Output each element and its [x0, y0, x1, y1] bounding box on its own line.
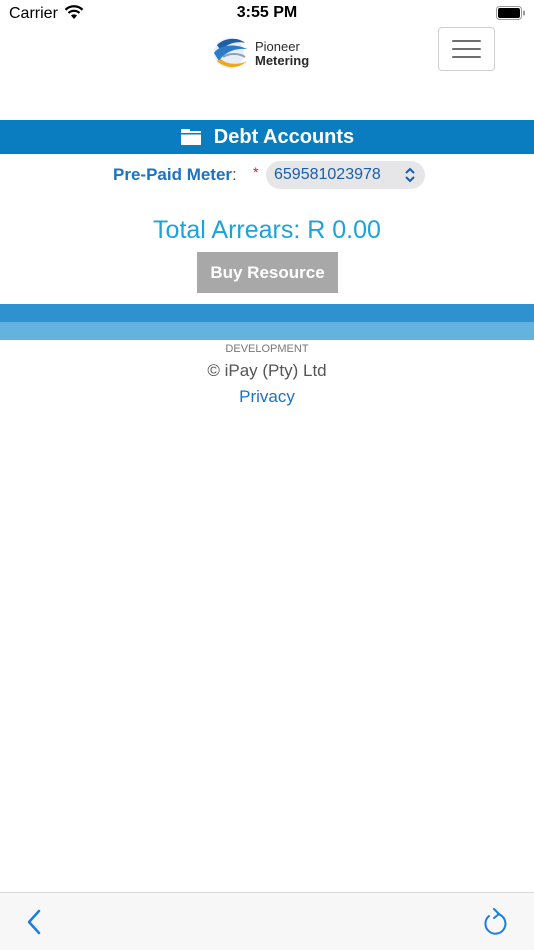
- total-arrears: Total Arrears: R 0.00: [153, 216, 381, 244]
- battery-icon: [496, 6, 525, 20]
- hamburger-icon-line: [452, 56, 481, 58]
- globe-logo-icon: [214, 38, 247, 68]
- environment-label: DEVELOPMENT: [225, 343, 309, 355]
- folder-icon: [180, 129, 201, 145]
- page-title-bar: Debt Accounts: [0, 120, 534, 154]
- logo-text-metering: Metering: [255, 53, 310, 68]
- meter-select[interactable]: 659581023978: [266, 161, 425, 189]
- meter-label-colon: :: [232, 165, 237, 184]
- clock: 3:55 PM: [236, 4, 298, 21]
- buy-resource-button[interactable]: Buy Resource: [197, 252, 338, 293]
- pioneer-metering-logo[interactable]: Pioneer Metering: [209, 31, 319, 75]
- meter-row: Pre-Paid Meter: * 659581023978: [0, 160, 534, 190]
- meter-label-text: Pre-Paid Meter: [113, 165, 233, 184]
- browser-toolbar: [0, 892, 534, 950]
- privacy-link[interactable]: Privacy: [0, 387, 534, 407]
- copyright-text: © iPay (Pty) Ltd: [207, 361, 327, 380]
- footer-stripe-dark: [0, 304, 534, 322]
- status-bar: Carrier 3:55 PM: [0, 0, 534, 28]
- footer-stripe-light: [0, 322, 534, 340]
- meter-select-value: 659581023978: [274, 166, 381, 183]
- back-arrow-icon[interactable]: [22, 907, 46, 937]
- logo-text-pioneer: Pioneer: [255, 39, 300, 54]
- hamburger-icon-line: [452, 40, 481, 42]
- reload-icon[interactable]: [480, 907, 508, 937]
- page-title: Debt Accounts: [213, 125, 355, 148]
- menu-button[interactable]: [438, 27, 495, 71]
- meter-label: Pre-Paid Meter:: [113, 165, 237, 185]
- hamburger-icon-line: [452, 48, 481, 50]
- up-down-chevron-icon: [405, 167, 415, 183]
- required-marker: *: [253, 164, 259, 180]
